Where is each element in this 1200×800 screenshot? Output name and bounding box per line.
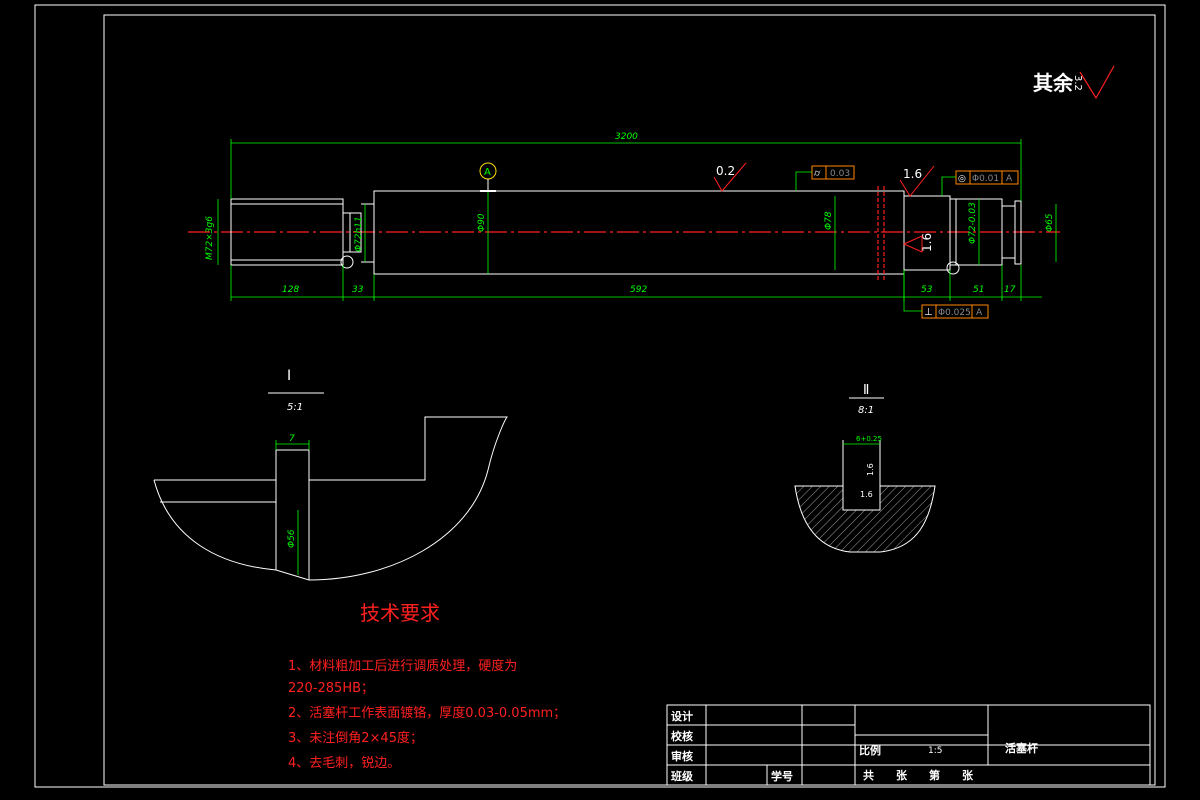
tol-3-symbol: ⊥	[924, 307, 933, 318]
tolerance-frame-2: ◎ Φ0.01 A	[941, 170, 1019, 196]
detail-1-scale: 5:1	[287, 402, 303, 413]
detail-2-label: Ⅱ	[863, 383, 869, 398]
dim-overall: 3200	[615, 132, 638, 142]
tol-2-datum: A	[1006, 174, 1013, 184]
tol-1-value: 0.03	[830, 169, 850, 179]
cad-drawing-canvas: 其余 3.2 3200 M72×3g6 Φ72h11 Φ90 Φ78 Φ72-0…	[34, 4, 1166, 788]
dim-53: 53	[921, 285, 933, 295]
roughness-main: 0.2	[716, 164, 735, 178]
tech-title: 技术要求	[360, 601, 440, 625]
tb-student-id: 学号	[771, 769, 793, 783]
detail-2-rough-b: 1.6	[860, 490, 873, 499]
detail-1-label: Ⅰ	[287, 368, 291, 384]
dimension-lines	[217, 139, 1057, 301]
roughness-note-label: 其余	[1033, 71, 1074, 95]
tb-scale-label: 比例	[859, 743, 881, 757]
inner-frame	[103, 14, 1156, 786]
detail-2-scale: 8:1	[858, 405, 874, 416]
detail-2-width: 6+0.25	[856, 435, 882, 443]
dim-33: 33	[352, 285, 364, 295]
tol-1-symbol: ⌭	[814, 169, 821, 179]
tol-3-datum: A	[976, 308, 983, 318]
dim-592: 592	[630, 285, 647, 295]
tol-2-symbol: ◎	[958, 174, 966, 184]
tb-class: 班级	[671, 769, 694, 783]
datum-a-label: A	[484, 167, 491, 178]
dim-90: Φ90	[477, 213, 487, 232]
detail-1-width: 7	[289, 434, 295, 444]
tech-item-3: 3、未注倒角2×45度；	[288, 730, 423, 746]
tech-item-2: 2、活塞杆工作表面镀铬，厚度0.03-0.05mm；	[288, 705, 566, 721]
detail-2-rough-a: 1.6	[866, 463, 875, 476]
tb-check: 校核	[671, 729, 693, 743]
roughness-shoulder: 1.6	[903, 167, 922, 181]
dim-17: 17	[1004, 285, 1016, 295]
dim-65: Φ65	[1045, 213, 1055, 232]
tb-part-name: 活塞杆	[1005, 741, 1038, 755]
detail-2: Ⅱ 8:1 6+0.25 1.6 1.6	[794, 383, 936, 553]
tol-3-value: Φ0.025	[938, 308, 971, 318]
roughness-note-value: 3.2	[1072, 75, 1083, 91]
outer-frame	[34, 4, 1166, 788]
tb-sheets: 共 张 第 张	[863, 768, 974, 782]
dim-78: Φ78	[824, 211, 834, 230]
tol-2-value: Φ0.01	[972, 174, 999, 184]
tb-scale-value: 1:5	[928, 746, 942, 756]
groove-marks	[877, 186, 885, 280]
tech-item-4: 4、去毛刺，锐边。	[288, 756, 400, 771]
tech-item-1b: 220-285HB；	[288, 681, 374, 696]
dim-51: 51	[973, 285, 984, 295]
detail-1-dia: Φ56	[287, 529, 297, 548]
dim-72h11: Φ72h11	[354, 216, 364, 252]
tolerance-frame-1: ⌭ 0.03	[795, 165, 855, 191]
tb-review: 审核	[671, 749, 693, 763]
tb-design: 设计	[671, 709, 693, 723]
dim-thread: M72×3g6	[205, 216, 215, 260]
roughness-note-symbol	[1079, 65, 1115, 100]
dim-128: 128	[282, 285, 299, 295]
tech-item-1: 1、材料粗加工后进行调质处理，硬度为	[288, 658, 517, 674]
dim-72-tol: Φ72-0.03	[968, 202, 978, 244]
detail-1: Ⅰ 5:1 7 Φ56	[153, 368, 508, 581]
